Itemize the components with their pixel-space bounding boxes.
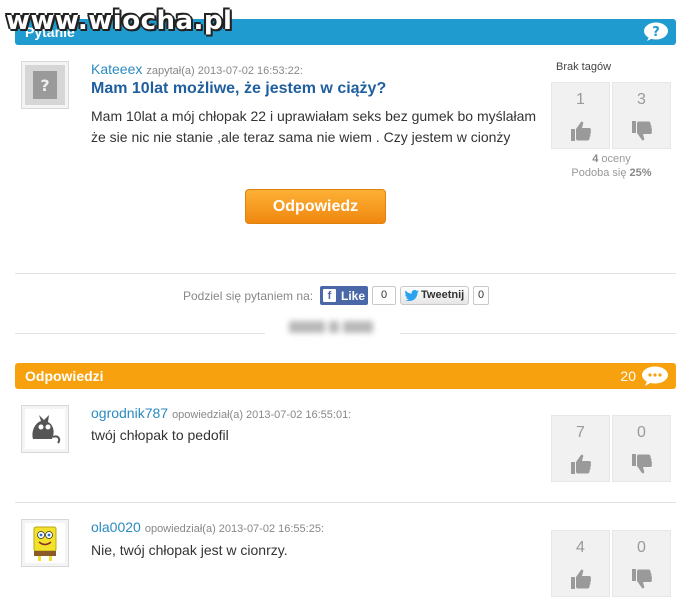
tags-label: Brak tagów bbox=[556, 61, 612, 73]
ratings-label: oceny bbox=[601, 153, 631, 165]
blurred-content bbox=[289, 318, 379, 336]
question-author: Kateeex zapytał(a) 2013-07-02 16:53:22: bbox=[91, 61, 303, 77]
facebook-icon: f bbox=[323, 289, 336, 302]
vote-down-count: 3 bbox=[637, 91, 646, 108]
ratings-count: 4 bbox=[592, 153, 599, 165]
likes-label: Podoba się bbox=[571, 167, 627, 179]
vote-down-button[interactable]: 0 bbox=[612, 415, 671, 482]
default-avatar-icon: ? bbox=[25, 65, 65, 105]
twitter-bird-icon bbox=[405, 290, 419, 301]
vote-up-button[interactable]: 1 bbox=[551, 82, 610, 149]
rating-summary: 4 oceny Podoba się 25% bbox=[551, 152, 672, 180]
answer-meta: opowiedział(a) 2013-07-02 16:55:01: bbox=[172, 409, 352, 421]
vote-up-count: 7 bbox=[576, 424, 585, 441]
divider-left bbox=[15, 333, 265, 334]
facebook-like-count: 0 bbox=[372, 286, 396, 305]
thumb-down-icon bbox=[632, 454, 653, 474]
answer-meta: opowiedział(a) 2013-07-02 16:55:25: bbox=[144, 523, 325, 535]
question-mark-icon[interactable]: ? bbox=[643, 22, 669, 42]
share-label: Podziel się pytaniem na: bbox=[183, 289, 314, 303]
facebook-like-label: Like bbox=[341, 289, 366, 303]
divider-right bbox=[400, 333, 676, 334]
cat-avatar-icon bbox=[25, 409, 65, 449]
thumb-up-icon bbox=[571, 454, 592, 474]
answers-count: 20 bbox=[620, 368, 636, 384]
tweet-count: 0 bbox=[473, 286, 489, 305]
tweet-button[interactable]: Tweetnij bbox=[400, 286, 469, 305]
thumb-down-icon bbox=[632, 121, 653, 141]
answer-author-avatar[interactable] bbox=[21, 405, 69, 453]
question-meta: zapytał(a) 2013-07-02 16:53:22: bbox=[146, 65, 303, 77]
answer-button[interactable]: Odpowiedz bbox=[245, 189, 386, 224]
vote-up-button[interactable]: 4 bbox=[551, 530, 610, 597]
likes-percent: 25% bbox=[629, 167, 652, 179]
vote-down-count: 0 bbox=[637, 539, 646, 556]
question-author-avatar[interactable]: ? bbox=[21, 61, 69, 109]
vote-up-count: 4 bbox=[576, 539, 585, 556]
answer-text: twój chłopak to pedofil bbox=[91, 427, 229, 443]
vote-up-button[interactable]: 7 bbox=[551, 415, 610, 482]
answer-text: Nie, twój chłopak jest w cionrzy. bbox=[91, 542, 288, 558]
answer-author: ola0020 opowiedział(a) 2013-07-02 16:55:2… bbox=[91, 519, 324, 535]
answers-section-bar: Odpowiedzi 20 bbox=[15, 363, 676, 389]
vote-down-button[interactable]: 3 bbox=[612, 82, 671, 149]
divider bbox=[15, 273, 676, 274]
answer-author-link[interactable]: ola0020 bbox=[91, 519, 141, 535]
answer-author-link[interactable]: ogrodnik787 bbox=[91, 405, 168, 421]
vote-down-count: 0 bbox=[637, 424, 646, 441]
svg-text:?: ? bbox=[652, 25, 660, 40]
svg-text:?: ? bbox=[40, 76, 49, 95]
answer-author-avatar[interactable] bbox=[21, 519, 69, 567]
question-body: Mam 10lat a mój chłopak 22 i uprawiałam … bbox=[91, 108, 537, 145]
question-author-link[interactable]: Kateeex bbox=[91, 61, 142, 77]
question-title[interactable]: Mam 10lat możliwe, że jestem w ciąży? bbox=[91, 80, 386, 98]
facebook-like-button[interactable]: f Like bbox=[320, 286, 368, 305]
sponge-avatar-icon bbox=[25, 523, 65, 563]
speech-bubble-icon bbox=[642, 366, 668, 386]
thumb-up-icon bbox=[571, 569, 592, 589]
answers-section-title: Odpowiedzi bbox=[25, 368, 104, 384]
tweet-label: Tweetnij bbox=[421, 289, 465, 301]
answer-author: ogrodnik787 opowiedział(a) 2013-07-02 16:… bbox=[91, 405, 351, 421]
vote-down-button[interactable]: 0 bbox=[612, 530, 671, 597]
divider bbox=[15, 502, 676, 503]
thumb-up-icon bbox=[571, 121, 592, 141]
vote-up-count: 1 bbox=[576, 91, 585, 108]
site-watermark: www.wiocha.pl bbox=[6, 6, 233, 36]
thumb-down-icon bbox=[632, 569, 653, 589]
